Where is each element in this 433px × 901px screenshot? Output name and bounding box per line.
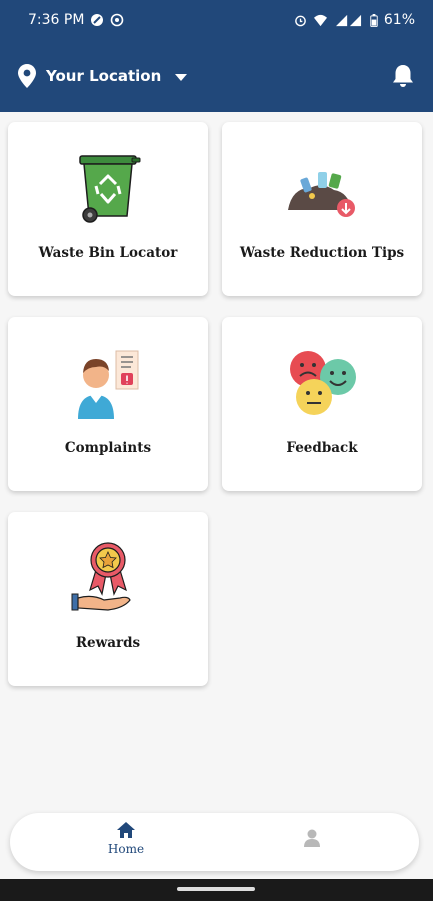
status-bar: 7:36 PM 61%: [0, 0, 433, 40]
home-icon: [117, 822, 135, 838]
whatsapp-icon: [111, 13, 124, 27]
card-feedback[interactable]: Feedback: [222, 317, 422, 491]
chevron-down-icon: [175, 73, 188, 81]
card-label: Waste Bin Locator: [38, 245, 178, 261]
reward-badge-icon: [71, 542, 131, 611]
waste-reduction-icon: [288, 172, 355, 217]
card-label: Feedback: [286, 440, 358, 456]
nav-home-label: Home: [107, 842, 145, 856]
status-time: 7:36 PM: [28, 12, 85, 28]
battery-level: 61%: [383, 12, 415, 28]
card-label: Waste Reduction Tips: [239, 245, 405, 261]
battery-icon: [370, 13, 378, 27]
wifi-icon: [313, 14, 327, 26]
complaint-icon: [78, 350, 139, 419]
bell-icon[interactable]: [391, 63, 415, 89]
feedback-faces-icon: [290, 351, 356, 415]
location-pin-icon: [18, 64, 36, 88]
recycle-bin-icon: [79, 155, 141, 223]
gesture-handle[interactable]: [177, 887, 255, 891]
card-label: Rewards: [75, 635, 141, 651]
alarm-icon: [295, 15, 306, 26]
app-bar: Your Location: [0, 40, 433, 112]
bottom-nav: Home: [10, 813, 419, 871]
location-label: Your Location: [46, 67, 162, 85]
card-waste-reduction-tips[interactable]: Waste Reduction Tips: [222, 122, 422, 296]
location-selector[interactable]: Your Location: [18, 64, 188, 88]
card-complaints[interactable]: Complaints: [8, 317, 208, 491]
nav-home[interactable]: Home: [96, 821, 156, 865]
system-gesture-bar: [0, 879, 433, 901]
card-label: Complaints: [64, 440, 152, 456]
card-waste-bin-locator[interactable]: Waste Bin Locator: [8, 122, 208, 296]
notification-icon: [91, 14, 104, 26]
user-icon: [304, 829, 320, 847]
signal-icon: [335, 14, 361, 26]
nav-profile[interactable]: [292, 828, 332, 858]
card-rewards[interactable]: Rewards: [8, 512, 208, 686]
